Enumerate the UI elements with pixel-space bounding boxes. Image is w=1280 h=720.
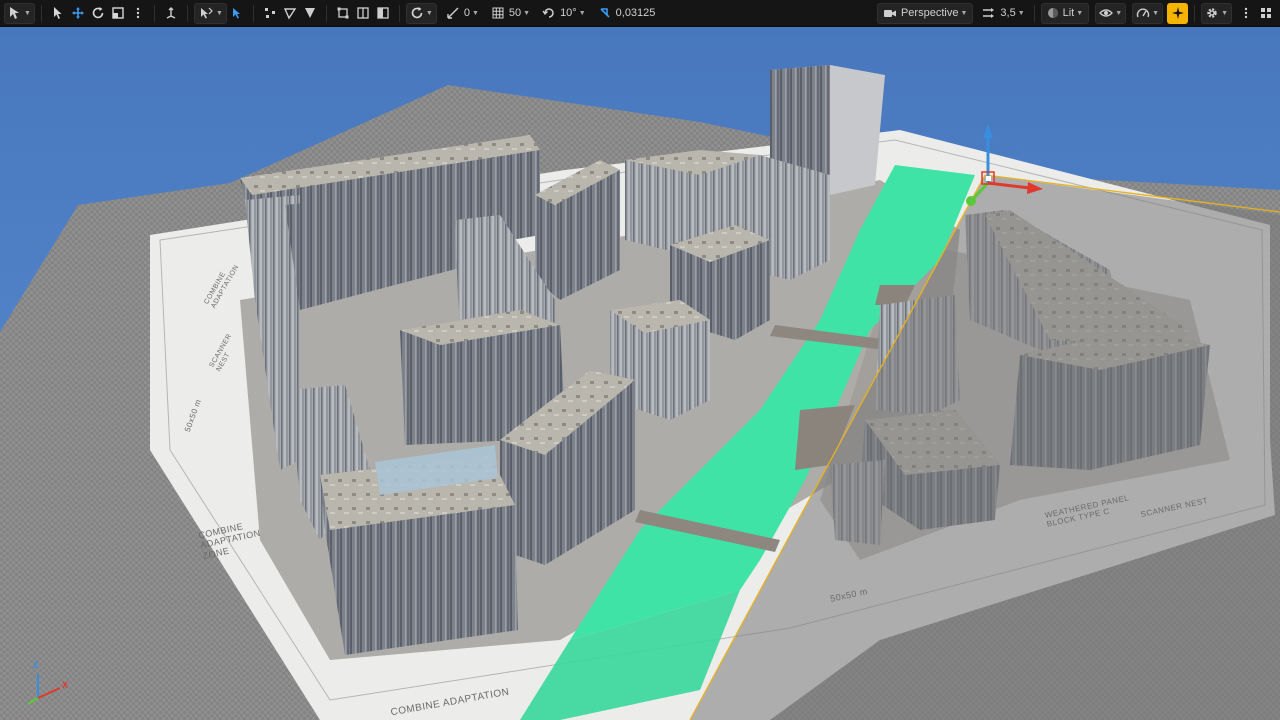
- placement-group: ▼: [193, 0, 247, 27]
- lighting-label: Lit: [1062, 7, 1075, 19]
- axis-gizmo-icon: [27, 674, 61, 705]
- mode-group: ▼: [4, 0, 148, 27]
- chevron-down-icon: ▼: [578, 9, 586, 17]
- selection-group: [260, 0, 320, 27]
- transform-gizmo-button[interactable]: ▼: [193, 2, 227, 24]
- select-arrow-icon: [53, 7, 62, 19]
- vertex-select-button[interactable]: [260, 3, 280, 24]
- chevron-down-icon: ▼: [1076, 9, 1084, 17]
- snap-surface-button[interactable]: [227, 3, 247, 24]
- cursor-gizmo-icon: [200, 7, 213, 19]
- chevron-down-icon: ▼: [523, 9, 531, 17]
- scale-icon: [112, 7, 124, 19]
- toolbar-divider: [40, 4, 42, 22]
- grid-snap-button[interactable]: 50 ▼: [488, 3, 533, 24]
- toolbar-divider: [1033, 4, 1035, 22]
- rotation-snap-value: 0: [463, 7, 470, 19]
- axis-x-label: X: [62, 680, 69, 690]
- viewport-toolbar: ▼ ▼ ▼ 0 ▼ 50 ▼ 10° ▼ 0,03125 Perspective…: [0, 0, 1280, 27]
- view-group: Perspective ▼ 3,5 ▼ Lit ▼ ▼ ▼ ▼: [876, 0, 1276, 27]
- view-mode-dropdown[interactable]: Perspective ▼: [876, 2, 974, 24]
- surface-angle-icon: [447, 7, 459, 19]
- eye-icon: [1099, 9, 1114, 17]
- toolbar-divider: [325, 4, 327, 22]
- split-icon: [357, 7, 369, 19]
- scale-snap-icon: [600, 8, 610, 18]
- scale-snap-button[interactable]: 0,03125: [595, 3, 659, 24]
- chevron-down-icon: ▼: [1221, 9, 1228, 17]
- grid-snap-value: 50: [508, 7, 522, 19]
- view-mode-label: Perspective: [900, 7, 959, 19]
- rotation-snap-icon: [411, 7, 423, 19]
- chevron-down-icon: ▼: [1017, 9, 1025, 17]
- bounds-button[interactable]: [333, 3, 353, 24]
- level-viewport[interactable]: COMBINE ADAPTATION ZONE COMBINE ADAPTATI…: [0, 27, 1280, 720]
- select-mode-icon: [10, 7, 19, 19]
- chevron-down-icon: ▼: [24, 9, 31, 17]
- toolbar-divider: [398, 4, 400, 22]
- rotate-tool-button[interactable]: [88, 3, 108, 24]
- more-vertical-icon: [1244, 7, 1248, 19]
- bounds-icon: [337, 7, 349, 19]
- select-mode-button[interactable]: ▼: [4, 2, 35, 24]
- angle-snap-value: 10°: [560, 7, 577, 19]
- grid-icon: [492, 7, 504, 19]
- layout-grid-icon: [1261, 8, 1271, 18]
- world-local-button[interactable]: [161, 3, 181, 24]
- translate-tool-button[interactable]: [68, 3, 88, 24]
- drop-arrow-icon: [304, 8, 315, 18]
- points-icon: [264, 8, 275, 18]
- angle-snap-icon: [542, 8, 554, 18]
- camera-speed-button[interactable]: 3,5 ▼: [979, 3, 1027, 24]
- more-options-icon: [136, 7, 140, 19]
- show-flags-dropdown[interactable]: ▼: [1095, 2, 1127, 24]
- snap-group: ▼ 0 ▼ 50 ▼ 10° ▼ 0,03125: [405, 0, 659, 27]
- chevron-down-icon: ▼: [471, 9, 479, 17]
- camera-speed-value: 3,5: [1000, 7, 1016, 19]
- scene-render[interactable]: [0, 27, 1280, 720]
- split-view-button[interactable]: [353, 3, 373, 24]
- axis-orientation-widget: Z X: [22, 658, 82, 706]
- scale-tool-button[interactable]: [108, 3, 128, 24]
- rotation-snap-toggle[interactable]: ▼: [405, 2, 437, 24]
- viewport-options-button[interactable]: [1236, 3, 1256, 24]
- lighting-dropdown[interactable]: Lit ▼: [1040, 2, 1090, 24]
- translate-icon: [71, 7, 84, 19]
- surface-snap-button[interactable]: [280, 3, 300, 24]
- angle-snap-button[interactable]: 10° ▼: [539, 3, 589, 24]
- realtime-toggle[interactable]: [1167, 2, 1189, 24]
- more-options-button[interactable]: [128, 3, 148, 24]
- select-tool-button[interactable]: [48, 3, 68, 24]
- chevron-down-icon: ▼: [1152, 9, 1160, 17]
- rotate-icon: [92, 7, 104, 19]
- realtime-sparkle-icon: [1171, 7, 1184, 19]
- toolbar-divider: [153, 4, 155, 22]
- half-view-button[interactable]: [373, 3, 393, 24]
- performance-dropdown[interactable]: ▼: [1132, 2, 1164, 24]
- scale-snap-value: 0,03125: [615, 7, 656, 19]
- triangle-icon: [283, 8, 297, 20]
- maximize-viewport-button[interactable]: [1256, 3, 1276, 24]
- layout-group: [333, 0, 393, 27]
- viewport-settings-dropdown[interactable]: ▼: [1201, 2, 1232, 24]
- toolbar-divider: [186, 4, 188, 22]
- camera-speed-icon: [983, 8, 995, 18]
- chevron-down-icon: ▼: [1115, 9, 1123, 17]
- gear-icon: [1207, 8, 1217, 18]
- transform-group: [161, 0, 181, 27]
- drop-button[interactable]: [300, 3, 320, 24]
- half-square-icon: [377, 7, 389, 19]
- chevron-down-icon: ▼: [215, 9, 223, 17]
- chevron-down-icon: ▼: [960, 9, 968, 17]
- world-local-icon: [166, 7, 176, 19]
- toolbar-divider: [252, 4, 254, 22]
- camera-icon: [883, 10, 896, 17]
- gauge-icon: [1136, 8, 1150, 18]
- rotation-snap-value-button[interactable]: 0 ▼: [443, 3, 482, 24]
- toolbar-divider: [1194, 4, 1196, 22]
- lit-sphere-icon: [1047, 8, 1058, 18]
- axis-z-label: Z: [33, 660, 39, 670]
- cube-select-icon: [232, 8, 240, 19]
- chevron-down-icon: ▼: [425, 9, 433, 17]
